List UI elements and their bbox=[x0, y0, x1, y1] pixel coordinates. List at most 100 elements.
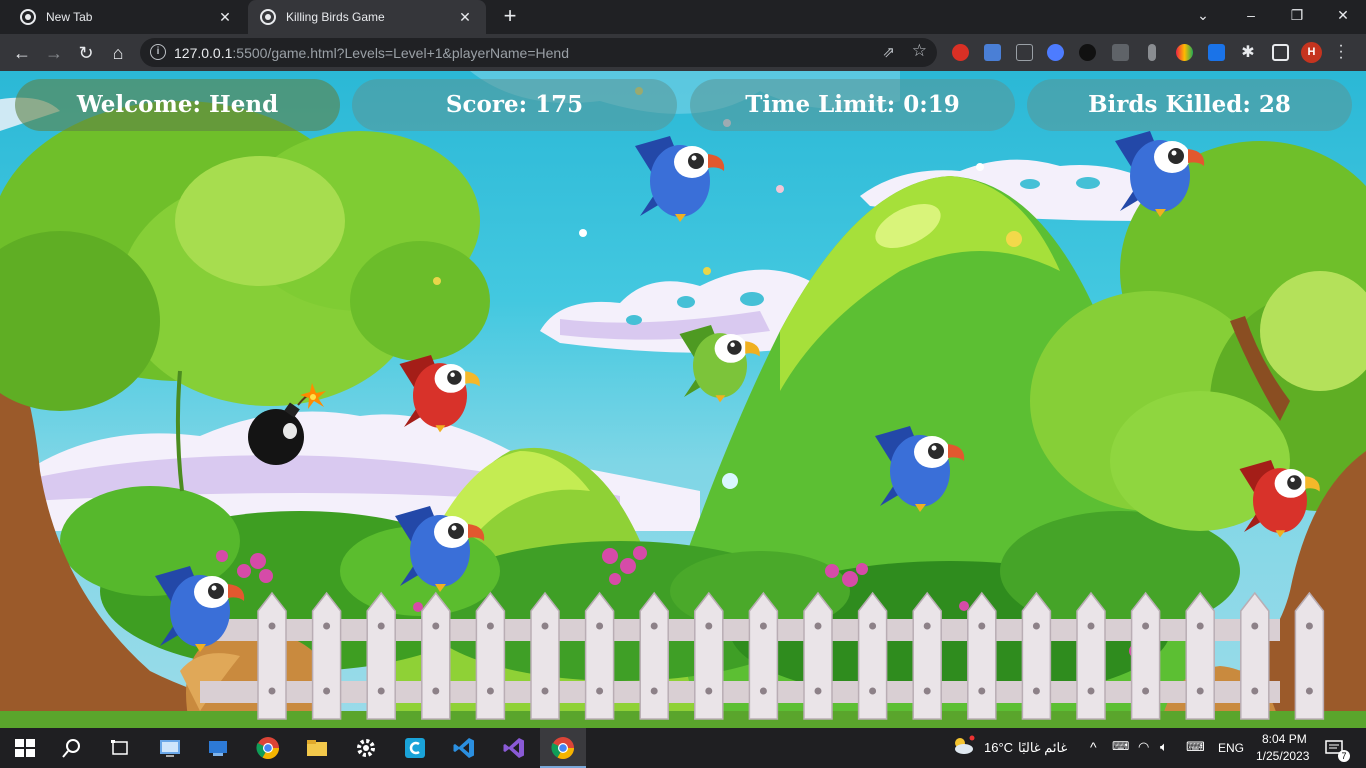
windows-start-icon[interactable] bbox=[13, 736, 37, 760]
fence-picket bbox=[1185, 591, 1215, 720]
fence-bolt bbox=[486, 687, 494, 695]
clock-date[interactable]: 1/25/2023 bbox=[1256, 749, 1309, 763]
fence-bolt bbox=[1251, 622, 1259, 630]
fence-bolt bbox=[923, 622, 931, 630]
back-icon[interactable]: ← bbox=[8, 39, 36, 67]
reload-icon[interactable]: ↻ bbox=[72, 39, 100, 67]
game-scene bbox=[0, 71, 1366, 728]
clock-time[interactable]: 8:04 PM bbox=[1262, 732, 1307, 746]
tab-killing-birds-game[interactable]: Killing Birds Game ✕ bbox=[248, 0, 486, 34]
fence-bolt bbox=[978, 687, 986, 695]
ccleaner-icon[interactable] bbox=[403, 736, 427, 760]
fence-picket bbox=[1130, 591, 1161, 720]
remote-desktop-icon[interactable] bbox=[207, 736, 231, 760]
hud-birds-killed: Birds Killed: 28 bbox=[1027, 79, 1352, 131]
new-tab-button[interactable]: + bbox=[498, 5, 522, 28]
game-canvas[interactable]: Welcome: Hend Score: 175 Time Limit: 0:1… bbox=[0, 71, 1366, 728]
fence-picket bbox=[967, 591, 997, 720]
close-tab-icon[interactable]: ✕ bbox=[216, 8, 234, 26]
extension-color-icon[interactable] bbox=[1176, 44, 1193, 61]
fence-bolt bbox=[268, 622, 276, 630]
fence-bolt bbox=[377, 687, 385, 695]
extension-adblock-icon[interactable] bbox=[952, 44, 969, 61]
fence-picket bbox=[694, 591, 724, 720]
extension-save-icon[interactable] bbox=[1208, 44, 1225, 61]
tab-new-tab[interactable]: New Tab ✕ bbox=[8, 0, 246, 34]
fence-picket bbox=[1240, 591, 1270, 720]
fence-bolt bbox=[1196, 622, 1204, 630]
restore-icon[interactable]: ❐ bbox=[1274, 0, 1320, 34]
control-panel-icon[interactable] bbox=[158, 736, 182, 760]
visual-studio-icon[interactable] bbox=[502, 736, 526, 760]
fence-bolt bbox=[978, 622, 986, 630]
close-tab-icon[interactable]: ✕ bbox=[456, 8, 474, 26]
tab-search-icon[interactable]: ⌄ bbox=[1180, 0, 1226, 34]
fence-bolt bbox=[1087, 622, 1095, 630]
settings-gear-icon[interactable] bbox=[354, 736, 378, 760]
extension-download-icon[interactable] bbox=[1112, 44, 1129, 61]
fence-bolt bbox=[705, 687, 713, 695]
task-view-icon[interactable] bbox=[108, 736, 132, 760]
fence-bolt bbox=[596, 687, 604, 695]
fence-picket bbox=[803, 591, 833, 720]
fence-bolt bbox=[486, 622, 494, 630]
fence-bolt bbox=[1305, 687, 1313, 695]
touch-keyboard-icon[interactable]: ⌨ bbox=[1186, 739, 1205, 755]
fence-picket bbox=[1076, 591, 1106, 720]
blue-parrot-icon[interactable] bbox=[635, 136, 725, 222]
fence-picket bbox=[584, 591, 615, 720]
fence-picket bbox=[748, 591, 779, 720]
bookmark-star-icon[interactable]: ☆ bbox=[912, 41, 927, 61]
weather-temp[interactable]: 16°C bbox=[984, 740, 1013, 755]
fence-bolt bbox=[323, 622, 331, 630]
fence-bolt bbox=[323, 687, 331, 695]
chrome-active-icon[interactable] bbox=[551, 736, 575, 760]
fence-picket bbox=[475, 591, 506, 720]
site-info-icon[interactable]: i bbox=[150, 44, 166, 60]
window-close-icon[interactable]: ✕ bbox=[1320, 0, 1366, 34]
fence-picket bbox=[257, 591, 287, 720]
weather-desc[interactable]: غائم غالبًا bbox=[1018, 740, 1067, 756]
chrome-icon[interactable] bbox=[256, 736, 280, 760]
address-bar[interactable]: i 127.0.0.1:5500/game.html?Levels=Level+… bbox=[140, 38, 937, 67]
fence-bolt bbox=[759, 622, 767, 630]
fence-picket bbox=[421, 591, 451, 720]
vscode-icon[interactable] bbox=[452, 736, 476, 760]
fence-bolt bbox=[1305, 622, 1313, 630]
search-icon[interactable] bbox=[60, 736, 84, 760]
fence-bolt bbox=[268, 687, 276, 695]
fence-bolt bbox=[705, 622, 713, 630]
red-toucan-icon[interactable] bbox=[399, 355, 480, 433]
volume-icon[interactable]: 🔈︎ bbox=[1160, 739, 1168, 755]
extension-translate-icon[interactable] bbox=[984, 44, 1001, 61]
keyboard-layout-icon[interactable]: ⌨ bbox=[1112, 739, 1129, 753]
extension-mail-icon[interactable] bbox=[1016, 44, 1033, 61]
menu-icon[interactable]: · · · bbox=[1336, 38, 1346, 66]
chrome-favicon-icon bbox=[20, 9, 36, 25]
language-indicator[interactable]: ENG bbox=[1218, 741, 1244, 755]
minimize-icon[interactable]: – bbox=[1228, 0, 1274, 34]
extensions-icon[interactable]: ✱ bbox=[1234, 39, 1262, 67]
fence-picket bbox=[530, 591, 560, 720]
share-icon[interactable]: ⇗ bbox=[882, 43, 895, 61]
weather-cloud-icon[interactable] bbox=[951, 734, 975, 758]
browser-toolbar: ← → ↻ ⌂ i 127.0.0.1:5500/game.html?Level… bbox=[0, 34, 1366, 71]
url-path: :5500/game.html?Levels=Level+1&playerNam… bbox=[232, 45, 569, 61]
extension-check-icon[interactable] bbox=[1047, 44, 1064, 61]
fence-bolt bbox=[869, 687, 877, 695]
fence-bolt bbox=[1032, 622, 1040, 630]
forward-icon[interactable]: → bbox=[40, 39, 68, 67]
tray-chevron-up-icon[interactable]: ^ bbox=[1090, 739, 1097, 755]
side-panel-icon[interactable] bbox=[1272, 44, 1289, 61]
url-text[interactable]: 127.0.0.1:5500/game.html?Levels=Level+1&… bbox=[174, 45, 569, 61]
wifi-icon[interactable]: ◠ bbox=[1138, 739, 1149, 755]
hud-welcome: Welcome: Hend bbox=[15, 79, 340, 131]
home-icon[interactable]: ⌂ bbox=[104, 39, 132, 67]
profile-avatar[interactable]: H bbox=[1301, 42, 1322, 63]
extension-person-icon[interactable] bbox=[1148, 44, 1156, 61]
file-explorer-icon[interactable] bbox=[305, 736, 329, 760]
fence-bolt bbox=[1032, 687, 1040, 695]
extension-vd-icon[interactable] bbox=[1079, 44, 1096, 61]
fence-bolt bbox=[1087, 687, 1095, 695]
fence-bolt bbox=[759, 687, 767, 695]
